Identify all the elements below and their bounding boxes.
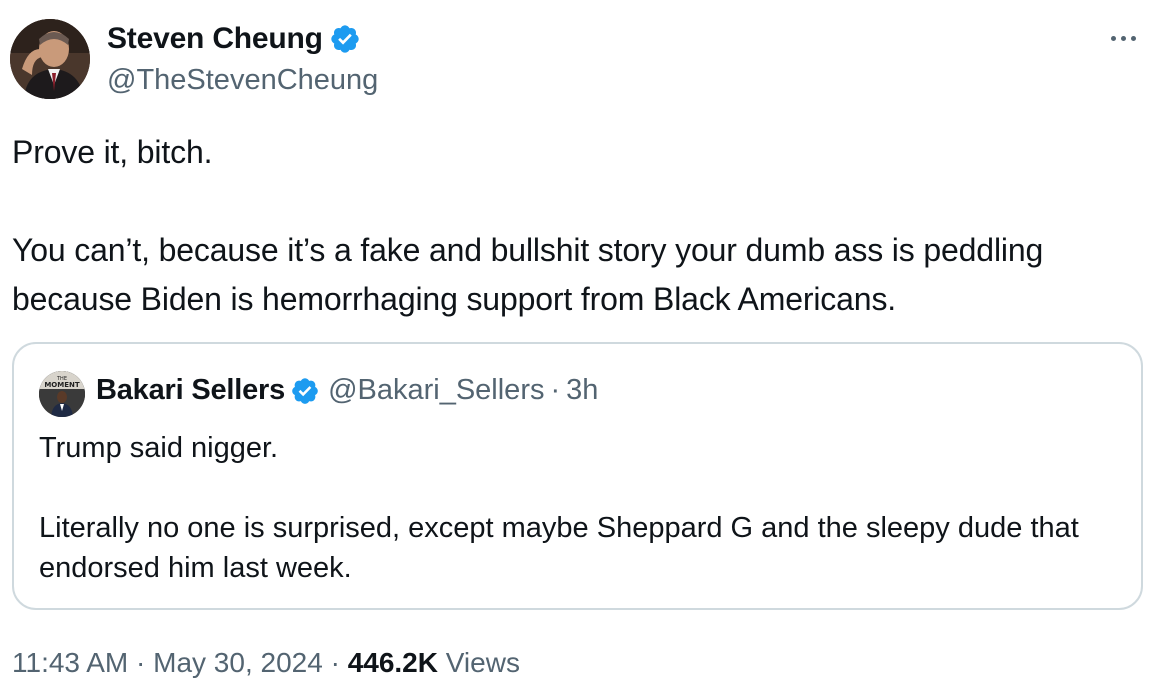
tweet-meta: 11:43 AM · May 30, 2024 · 446.2K Views [12,645,520,681]
separator-dot: · [136,647,146,678]
views-label: Views [445,647,520,678]
tweet-paragraph: You can’t, because it’s a fake and bulls… [12,232,1052,317]
tweet-text: Prove it, bitch. You can’t, because it’s… [12,128,1162,324]
more-dots-icon [1110,35,1116,41]
views-count[interactable]: 446.2K [348,647,438,678]
author-avatar[interactable] [10,19,90,99]
more-options-button[interactable] [1100,22,1146,54]
avatar-label: MOMENT [44,381,80,389]
separator-dot: · [330,647,340,678]
author-handle[interactable]: @TheStevenCheung [107,62,378,98]
verified-badge-icon [290,376,320,406]
quoted-tweet-time[interactable]: 3h [566,374,598,407]
quoted-tweet-header: Bakari Sellers @Bakari_Sellers · 3h [96,374,598,407]
quoted-tweet[interactable]: THE MOMENT Bakari Sellers @Bakari_Seller… [12,342,1143,610]
author-name-row: Steven Cheung [107,20,361,58]
tweet-card: Steven Cheung @TheStevenCheung Prove it,… [0,0,1174,696]
verified-badge-icon [329,23,361,55]
quoted-author-handle[interactable]: @Bakari_Sellers [328,374,544,407]
quoted-author-name[interactable]: Bakari Sellers [96,374,285,407]
separator-dot: · [550,374,561,406]
tweet-date[interactable]: May 30, 2024 [153,647,323,678]
tweet-time[interactable]: 11:43 AM [12,647,128,678]
author-display-name[interactable]: Steven Cheung [107,20,323,58]
tweet-paragraph: Prove it, bitch. [12,134,213,170]
quoted-tweet-text: Trump said nigger. Literally no one is s… [39,428,1129,588]
quoted-tweet-paragraph: Trump said nigger. [39,432,279,464]
quoted-author-avatar[interactable]: THE MOMENT [39,371,85,417]
quoted-tweet-paragraph: Literally no one is surprised, except ma… [39,512,1087,584]
